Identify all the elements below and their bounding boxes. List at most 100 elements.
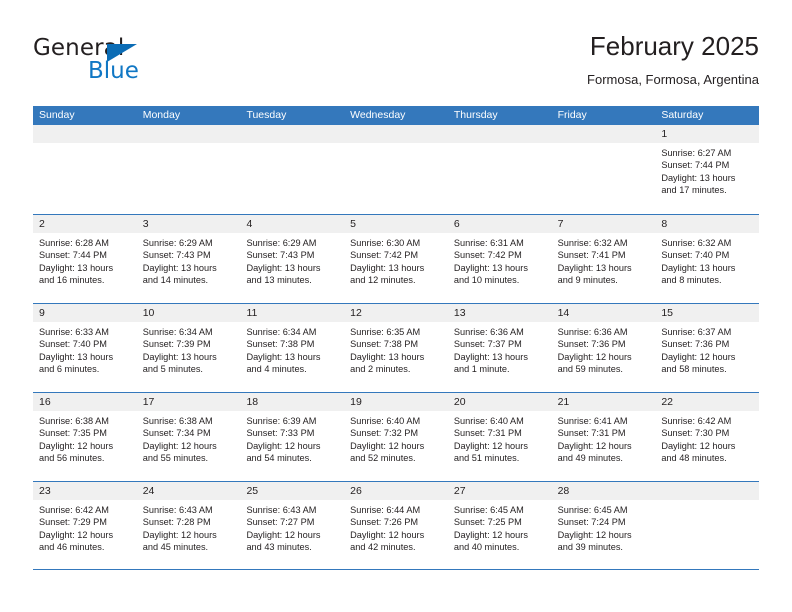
day-cell[interactable]: 28 Sunrise: 6:45 AM Sunset: 7:24 PM Dayl…	[551, 482, 656, 569]
day-details: Sunrise: 6:27 AM Sunset: 7:44 PM Dayligh…	[655, 143, 759, 196]
weekday-header-saturday: Saturday	[661, 109, 704, 121]
day-cell[interactable]	[447, 125, 552, 214]
day-number: 16	[39, 396, 51, 408]
day-cell[interactable]: 17 Sunrise: 6:38 AM Sunset: 7:34 PM Dayl…	[136, 393, 241, 481]
day-number-strip: 24	[136, 482, 241, 500]
day-cell[interactable]: 16 Sunrise: 6:38 AM Sunset: 7:35 PM Dayl…	[33, 393, 137, 481]
day-cell[interactable]: 11 Sunrise: 6:34 AM Sunset: 7:38 PM Dayl…	[240, 304, 345, 392]
day-cell[interactable]: 3 Sunrise: 6:29 AM Sunset: 7:43 PM Dayli…	[136, 215, 241, 303]
sunrise-text: Sunrise: 6:32 AM	[661, 238, 732, 248]
day-number-strip: 26	[344, 482, 448, 500]
day-cell[interactable]: 2 Sunrise: 6:28 AM Sunset: 7:44 PM Dayli…	[33, 215, 137, 303]
day-cell[interactable]: 7 Sunrise: 6:32 AM Sunset: 7:41 PM Dayli…	[551, 215, 656, 303]
day-cell[interactable]: 5 Sunrise: 6:30 AM Sunset: 7:42 PM Dayli…	[344, 215, 448, 303]
day-details: Sunrise: 6:40 AM Sunset: 7:32 PM Dayligh…	[344, 411, 448, 464]
day-cell[interactable]: 4 Sunrise: 6:29 AM Sunset: 7:43 PM Dayli…	[240, 215, 345, 303]
daylight-text-line2: and 13 minutes.	[246, 274, 312, 285]
day-cell[interactable]: 19 Sunrise: 6:40 AM Sunset: 7:32 PM Dayl…	[344, 393, 448, 481]
day-cell[interactable]: 12 Sunrise: 6:35 AM Sunset: 7:38 PM Dayl…	[344, 304, 448, 392]
day-cell[interactable]: 18 Sunrise: 6:39 AM Sunset: 7:33 PM Dayl…	[240, 393, 345, 481]
daylight-text-line2: and 1 minute.	[453, 363, 510, 374]
day-cell[interactable]: 22 Sunrise: 6:42 AM Sunset: 7:30 PM Dayl…	[655, 393, 760, 481]
daylight-text-line1: Daylight: 13 hours	[246, 262, 321, 273]
day-details: Sunrise: 6:36 AM Sunset: 7:36 PM Dayligh…	[552, 322, 656, 375]
day-details: Sunrise: 6:32 AM Sunset: 7:40 PM Dayligh…	[655, 233, 759, 286]
sunrise-text: Sunrise: 6:39 AM	[246, 416, 317, 426]
week-row: 1 Sunrise: 6:27 AM Sunset: 7:44 PM Dayli…	[33, 125, 760, 214]
sunset-text: Sunset: 7:39 PM	[142, 339, 211, 350]
daylight-text-line1: Daylight: 13 hours	[661, 262, 736, 273]
day-number-strip	[655, 482, 760, 500]
daylight-text-line2: and 5 minutes.	[142, 363, 203, 374]
day-details	[655, 500, 759, 504]
sunrise-text: Sunrise: 6:38 AM	[142, 416, 213, 426]
sunset-text: Sunset: 7:24 PM	[557, 517, 626, 528]
sunrise-text: Sunrise: 6:28 AM	[39, 238, 109, 248]
day-cell[interactable]: 23 Sunrise: 6:42 AM Sunset: 7:29 PM Dayl…	[33, 482, 137, 569]
day-number: 23	[39, 485, 51, 497]
day-cell[interactable]: 20 Sunrise: 6:40 AM Sunset: 7:31 PM Dayl…	[447, 393, 552, 481]
daylight-text-line2: and 49 minutes.	[557, 452, 623, 463]
day-details	[137, 143, 241, 147]
day-number-strip: 11	[240, 304, 345, 322]
day-number-strip: 13	[447, 304, 552, 322]
general-blue-logo: General Blue	[33, 36, 243, 88]
daylight-text-line1: Daylight: 13 hours	[39, 351, 114, 362]
sunrise-text: Sunrise: 6:40 AM	[350, 416, 421, 426]
daylight-text-line1: Daylight: 12 hours	[350, 440, 425, 451]
day-cell[interactable]: 6 Sunrise: 6:31 AM Sunset: 7:42 PM Dayli…	[447, 215, 552, 303]
day-number-strip: 27	[447, 482, 552, 500]
day-cell[interactable]: 15 Sunrise: 6:37 AM Sunset: 7:36 PM Dayl…	[655, 304, 760, 392]
day-number: 5	[350, 218, 356, 230]
day-cell[interactable]: 27 Sunrise: 6:45 AM Sunset: 7:25 PM Dayl…	[447, 482, 552, 569]
day-cell[interactable]: 13 Sunrise: 6:36 AM Sunset: 7:37 PM Dayl…	[447, 304, 552, 392]
day-number: 6	[453, 218, 460, 230]
day-cell[interactable]: 25 Sunrise: 6:43 AM Sunset: 7:27 PM Dayl…	[240, 482, 345, 569]
daylight-text-line2: and 43 minutes.	[246, 541, 312, 552]
day-cell[interactable]	[551, 125, 656, 214]
page-title: February 2025	[589, 31, 759, 61]
day-number-strip: 9	[33, 304, 137, 322]
sunrise-text: Sunrise: 6:42 AM	[39, 505, 109, 515]
sunrise-text: Sunrise: 6:33 AM	[39, 327, 109, 337]
sunset-text: Sunset: 7:34 PM	[142, 428, 211, 439]
page-header: General Blue February 2025 Formosa, Form…	[33, 30, 759, 100]
day-cell[interactable]	[136, 125, 241, 214]
daylight-text-line2: and 48 minutes.	[661, 452, 727, 463]
day-cell[interactable]: 26 Sunrise: 6:44 AM Sunset: 7:26 PM Dayl…	[344, 482, 448, 569]
sunset-text: Sunset: 7:31 PM	[557, 428, 626, 439]
day-cell[interactable]: 21 Sunrise: 6:41 AM Sunset: 7:31 PM Dayl…	[551, 393, 656, 481]
day-number: 12	[350, 307, 362, 319]
day-number-strip: 20	[447, 393, 552, 411]
sunset-text: Sunset: 7:43 PM	[246, 250, 315, 261]
day-details: Sunrise: 6:32 AM Sunset: 7:41 PM Dayligh…	[552, 233, 656, 286]
day-details	[448, 143, 552, 147]
daylight-text-line2: and 16 minutes.	[39, 274, 105, 285]
sunrise-text: Sunrise: 6:40 AM	[453, 416, 524, 426]
sunset-text: Sunset: 7:28 PM	[142, 517, 211, 528]
daylight-text-line2: and 8 minutes.	[661, 274, 722, 285]
day-cell[interactable]: 10 Sunrise: 6:34 AM Sunset: 7:39 PM Dayl…	[136, 304, 241, 392]
day-number-strip: 16	[33, 393, 137, 411]
day-cell[interactable]: 8 Sunrise: 6:32 AM Sunset: 7:40 PM Dayli…	[655, 215, 760, 303]
day-cell[interactable]	[344, 125, 448, 214]
day-cell[interactable]	[33, 125, 137, 214]
day-cell[interactable]: 9 Sunrise: 6:33 AM Sunset: 7:40 PM Dayli…	[33, 304, 137, 392]
day-cell[interactable]	[240, 125, 345, 214]
daylight-text-line1: Daylight: 13 hours	[142, 351, 217, 362]
week-row: 16 Sunrise: 6:38 AM Sunset: 7:35 PM Dayl…	[33, 392, 760, 481]
day-number: 10	[142, 307, 155, 319]
daylight-text-line1: Daylight: 12 hours	[453, 529, 528, 540]
day-number: 14	[557, 307, 570, 319]
day-details: Sunrise: 6:34 AM Sunset: 7:38 PM Dayligh…	[240, 322, 344, 375]
sunrise-text: Sunrise: 6:29 AM	[142, 238, 213, 248]
day-cell[interactable]	[655, 482, 760, 569]
day-cell[interactable]: 24 Sunrise: 6:43 AM Sunset: 7:28 PM Dayl…	[136, 482, 241, 569]
daylight-text-line1: Daylight: 13 hours	[661, 172, 736, 183]
day-cell[interactable]: 1 Sunrise: 6:27 AM Sunset: 7:44 PM Dayli…	[655, 125, 760, 214]
day-number-strip: 23	[33, 482, 137, 500]
day-number-strip	[447, 125, 552, 143]
weekday-header-wednesday: Wednesday	[350, 109, 406, 121]
daylight-text-line1: Daylight: 12 hours	[142, 440, 217, 451]
day-cell[interactable]: 14 Sunrise: 6:36 AM Sunset: 7:36 PM Dayl…	[551, 304, 656, 392]
